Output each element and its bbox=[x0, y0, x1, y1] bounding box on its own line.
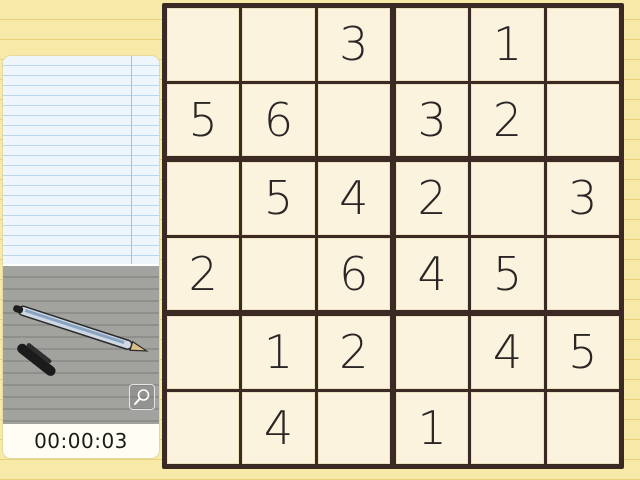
sudoku-cell[interactable]: 5 bbox=[167, 83, 240, 156]
notepad-margin-line bbox=[131, 56, 132, 264]
side-panel: 00:00:03 bbox=[3, 56, 159, 458]
sudoku-cell[interactable]: 3 bbox=[317, 8, 390, 81]
sudoku-cell[interactable]: 1 bbox=[396, 391, 469, 464]
sudoku-cell[interactable]: 2 bbox=[396, 162, 469, 235]
sudoku-cell[interactable]: 1 bbox=[242, 316, 315, 389]
sudoku-cell[interactable] bbox=[396, 316, 469, 389]
pen-icon[interactable] bbox=[7, 302, 157, 382]
sudoku-cell[interactable] bbox=[242, 237, 315, 310]
sudoku-cell[interactable]: 2 bbox=[317, 316, 390, 389]
sudoku-cell[interactable] bbox=[167, 391, 240, 464]
sudoku-cell[interactable] bbox=[471, 162, 544, 235]
sudoku-cell[interactable]: 6 bbox=[242, 83, 315, 156]
sudoku-cell[interactable]: 5 bbox=[242, 162, 315, 235]
sudoku-board: 31563254232645124541 bbox=[162, 3, 624, 469]
sudoku-cell[interactable] bbox=[167, 316, 240, 389]
sudoku-cell[interactable]: 5 bbox=[546, 316, 619, 389]
sudoku-cell[interactable] bbox=[167, 8, 240, 81]
pen-cap-icon[interactable] bbox=[15, 339, 60, 378]
magnifier-icon bbox=[134, 389, 150, 405]
timer-box: 00:00:03 bbox=[3, 424, 159, 458]
sudoku-cell[interactable]: 2 bbox=[471, 83, 544, 156]
elapsed-timer: 00:00:03 bbox=[34, 429, 128, 453]
sudoku-cell[interactable] bbox=[546, 391, 619, 464]
sudoku-cell[interactable]: 1 bbox=[471, 8, 544, 81]
sudoku-cell[interactable] bbox=[471, 391, 544, 464]
sudoku-cell[interactable]: 4 bbox=[396, 237, 469, 310]
tool-tray bbox=[3, 266, 159, 424]
sudoku-cell[interactable]: 3 bbox=[546, 162, 619, 235]
sudoku-cell[interactable]: 4 bbox=[242, 391, 315, 464]
sudoku-cell[interactable] bbox=[546, 237, 619, 310]
sudoku-cell[interactable] bbox=[317, 391, 390, 464]
sudoku-cell[interactable]: 4 bbox=[317, 162, 390, 235]
sudoku-cell[interactable] bbox=[396, 8, 469, 81]
sudoku-cell[interactable] bbox=[167, 162, 240, 235]
sudoku-cell[interactable] bbox=[242, 8, 315, 81]
sudoku-cell[interactable]: 5 bbox=[471, 237, 544, 310]
notepad[interactable] bbox=[3, 56, 159, 264]
sudoku-cell[interactable] bbox=[546, 8, 619, 81]
sudoku-cell[interactable] bbox=[317, 83, 390, 156]
sudoku-cell[interactable]: 3 bbox=[396, 83, 469, 156]
sudoku-cell[interactable]: 4 bbox=[471, 316, 544, 389]
sudoku-cell[interactable] bbox=[546, 83, 619, 156]
sudoku-cell[interactable]: 6 bbox=[317, 237, 390, 310]
zoom-button[interactable] bbox=[129, 384, 155, 410]
sudoku-cell[interactable]: 2 bbox=[167, 237, 240, 310]
